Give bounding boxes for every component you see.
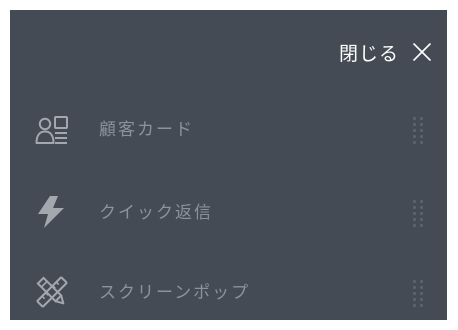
customer-card-icon: [35, 116, 68, 144]
close-button[interactable]: 閉じる: [339, 38, 433, 66]
pencil-ruler-icon: [36, 276, 68, 308]
drag-handle-icon[interactable]: [413, 117, 425, 144]
menu-item-quick-reply[interactable]: クイック返信: [10, 180, 447, 240]
close-label: 閉じる: [338, 42, 399, 65]
menu-item-customer-card[interactable]: 顧客カード: [10, 97, 447, 157]
lightning-bolt-icon: [38, 196, 64, 228]
menu-item-label: クイック返信: [99, 203, 213, 223]
menu-item-screen-pop[interactable]: スクリーンポップ: [10, 260, 447, 320]
side-menu-panel: 閉じる 顧客カード クイック返信 スクリーンポップ: [10, 10, 447, 320]
drag-handle-icon[interactable]: [413, 280, 425, 307]
close-icon: [413, 43, 431, 61]
menu-item-label: 顧客カード: [99, 120, 194, 140]
menu-item-label: スクリーンポップ: [99, 283, 251, 303]
drag-handle-icon[interactable]: [413, 200, 425, 227]
